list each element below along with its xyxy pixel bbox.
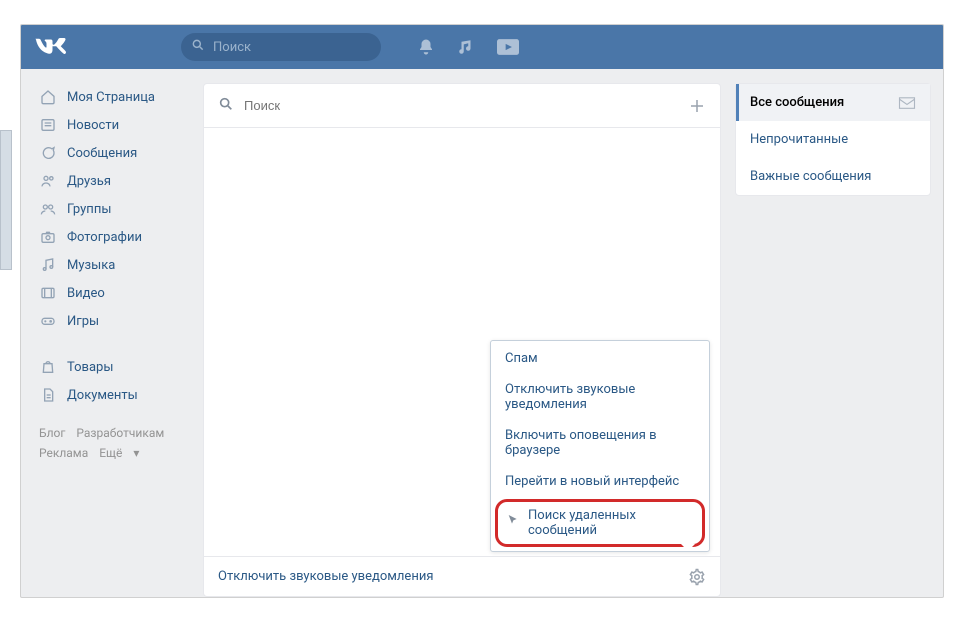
chevron-down-icon: ▾ (133, 446, 139, 460)
popup-item-new-ui[interactable]: Перейти в новый интерфейс (491, 466, 709, 497)
friends-icon (39, 172, 57, 190)
sidebar-item-video[interactable]: Видео (35, 279, 191, 307)
filter-label: Все сообщения (750, 95, 844, 110)
mail-icon (898, 96, 916, 110)
sidebar-item-label: Друзья (67, 174, 111, 189)
filter-label: Непрочитанные (750, 132, 848, 147)
sidebar-item-friends[interactable]: Друзья (35, 167, 191, 195)
filter-unread[interactable]: Непрочитанные (736, 121, 930, 158)
bell-icon[interactable] (417, 38, 435, 56)
footer-link-ads[interactable]: Реклама (39, 446, 88, 460)
search-icon (191, 38, 205, 56)
popup-item-browser-notify[interactable]: Включить оповещения в браузере (491, 420, 709, 466)
sidebar-item-news[interactable]: Новости (35, 111, 191, 139)
groups-icon (39, 200, 57, 218)
gamepad-icon (39, 312, 57, 330)
messages-header (204, 84, 720, 128)
popup-item-spam[interactable]: Спам (491, 343, 709, 374)
messages-icon (39, 144, 57, 162)
sidebar-footer: Блог Разработчикам Реклама Ещё ▾ (35, 409, 191, 464)
messages-search-input[interactable] (244, 98, 678, 113)
filter-important[interactable]: Важные сообщения (736, 158, 930, 195)
app-window: Поиск Моя Страница Новости (20, 24, 944, 598)
top-icons (417, 38, 519, 56)
popup-item-mute[interactable]: Отключить звуковые уведомления (491, 374, 709, 420)
sidebar-item-photos[interactable]: Фотографии (35, 223, 191, 251)
global-search[interactable]: Поиск (181, 33, 381, 61)
search-icon (218, 96, 234, 116)
filter-all[interactable]: Все сообщения (736, 84, 930, 121)
doc-icon (39, 386, 57, 404)
sidebar-item-profile[interactable]: Моя Страница (35, 83, 191, 111)
gear-icon[interactable] (688, 568, 706, 586)
note-icon (39, 256, 57, 274)
vk-logo[interactable] (33, 36, 69, 58)
mute-sounds-link[interactable]: Отключить звуковые уведомления (218, 569, 433, 584)
home-icon (39, 88, 57, 106)
sidebar-item-label: Сообщения (67, 146, 137, 161)
sidebar-item-docs[interactable]: Документы (35, 381, 191, 409)
play-icon[interactable] (497, 38, 519, 56)
video-icon (39, 284, 57, 302)
camera-icon (39, 228, 57, 246)
sidebar-item-label: Документы (67, 388, 138, 403)
sidebar-item-messages[interactable]: Сообщения (35, 139, 191, 167)
messages-panel: Спам Отключить звуковые уведомления Вклю… (203, 83, 721, 597)
cursor-icon (506, 513, 522, 533)
sidebar-item-market[interactable]: Товары (35, 353, 191, 381)
filter-panel: Все сообщения Непрочитанные Важные сообщ… (735, 83, 931, 196)
settings-popup: Спам Отключить звуковые уведомления Вклю… (490, 340, 710, 552)
layout: Моя Страница Новости Сообщения Друзья Гр… (21, 69, 943, 597)
filter-label: Важные сообщения (750, 169, 871, 184)
sidebar-item-games[interactable]: Игры (35, 307, 191, 335)
sidebar-item-label: Товары (67, 360, 113, 375)
sidebar: Моя Страница Новости Сообщения Друзья Гр… (21, 69, 191, 597)
footer-link-blog[interactable]: Блог (39, 426, 65, 440)
popup-item-label: Поиск удаленных сообщений (528, 508, 694, 538)
sidebar-item-label: Новости (67, 118, 119, 133)
sidebar-item-groups[interactable]: Группы (35, 195, 191, 223)
popup-item-find-deleted[interactable]: Поиск удаленных сообщений (495, 499, 705, 547)
footer-link-devs[interactable]: Разработчикам (76, 426, 164, 440)
news-icon (39, 116, 57, 134)
footer-link-more[interactable]: Ещё ▾ (99, 446, 147, 460)
sidebar-item-label: Группы (67, 202, 111, 217)
main: Спам Отключить звуковые уведомления Вклю… (191, 69, 943, 597)
bag-icon (39, 358, 57, 376)
music-icon[interactable] (457, 38, 475, 56)
sidebar-item-label: Игры (67, 314, 99, 329)
topbar: Поиск (21, 25, 943, 69)
decorative-edge (0, 130, 12, 270)
sidebar-item-label: Музыка (67, 258, 115, 273)
sidebar-item-music[interactable]: Музыка (35, 251, 191, 279)
new-conversation-button[interactable] (688, 97, 706, 115)
global-search-placeholder: Поиск (213, 40, 251, 55)
sidebar-item-label: Фотографии (67, 230, 142, 245)
messages-footer: Отключить звуковые уведомления (204, 556, 720, 596)
sidebar-item-label: Моя Страница (67, 90, 155, 105)
sidebar-item-label: Видео (67, 286, 105, 301)
